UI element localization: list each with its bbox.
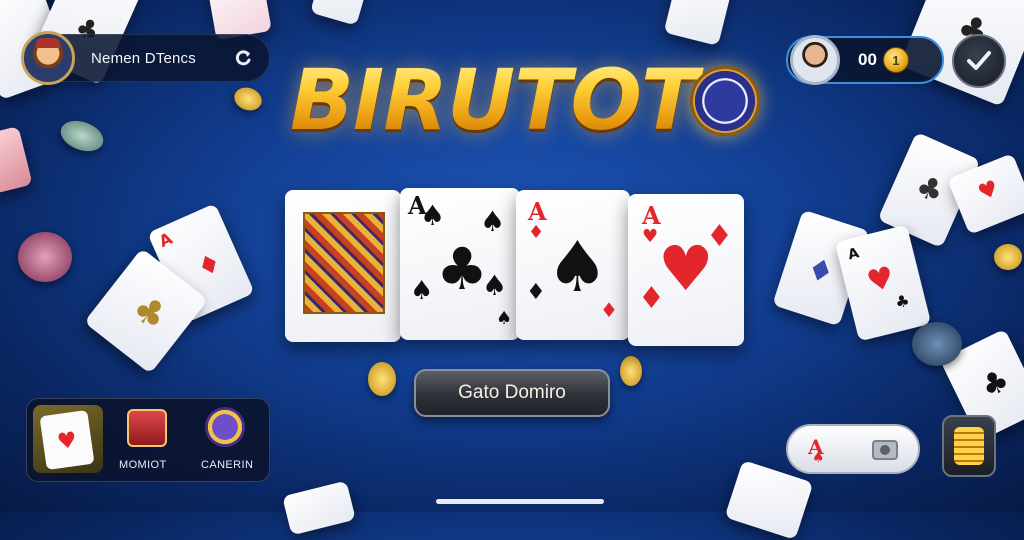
play-button[interactable]: Gato Domiro [414, 369, 610, 417]
hand-card-ace-hearts[interactable]: A ♥ ♦ ♥ ♦ [628, 194, 744, 346]
floating-card [310, 0, 370, 26]
hand-card-ace-spades[interactable]: A ♦ ♠ ♦ ♦ [516, 190, 630, 340]
poker-chip [368, 362, 396, 396]
floating-card: A ♥ ♣ [834, 224, 932, 342]
poker-chip [18, 232, 72, 282]
diamond-icon: ♦ [600, 298, 618, 322]
spade-icon: ♠ [812, 450, 825, 466]
heart-icon: ♥ [658, 232, 714, 305]
card-rank: A [642, 201, 661, 230]
floating-card [724, 460, 814, 540]
spade-icon: ♠ [482, 269, 508, 302]
coin-count: 00 [858, 50, 877, 69]
gift-box-icon [127, 409, 167, 447]
coin-stack-icon [954, 427, 984, 465]
poker-chip [912, 322, 962, 366]
diamond-icon: ♦ [528, 222, 545, 243]
spade-icon: ♠ [496, 308, 513, 329]
game-logo: BIRUTOTO [290, 51, 769, 149]
spade-icon: ♠ [420, 199, 446, 232]
floating-card [282, 480, 356, 536]
poker-chip [56, 115, 108, 157]
player-avatar[interactable] [21, 31, 75, 85]
game-mode-menu: ♥ MOMIOT CANERIN [26, 398, 270, 482]
home-indicator[interactable] [436, 499, 604, 504]
poker-chip [620, 356, 642, 386]
quick-ace-toggle[interactable]: A ♠ [786, 424, 920, 474]
chip-stack-button[interactable] [942, 415, 996, 477]
diamond-icon: ♦ [638, 281, 665, 316]
poker-chip [994, 244, 1022, 270]
floating-card [663, 0, 733, 46]
coin-balance[interactable]: 00 1 [786, 35, 944, 85]
heart-icon: ♥ [642, 226, 659, 247]
poker-chip [231, 83, 265, 115]
heart-card-icon: ♥ [39, 409, 95, 471]
player-name: Nemen DTencs [91, 49, 196, 67]
menu-item-hearts[interactable]: ♥ [33, 405, 103, 473]
player-profile[interactable]: Nemen DTencs [21, 31, 270, 85]
confirm-button[interactable] [952, 34, 1006, 88]
spade-icon: ♠ [480, 205, 506, 238]
menu-label: CANERIN [201, 459, 254, 471]
checkmark-icon [967, 51, 991, 70]
card-rank: A [528, 197, 547, 226]
chip-trophy-icon [205, 407, 245, 447]
face-card-art [303, 212, 385, 314]
spade-icon: ♠ [410, 276, 434, 306]
menu-item-momiot[interactable]: MOMIOT [113, 403, 185, 475]
menu-item-canerin[interactable]: CANERIN [191, 403, 265, 475]
floating-card [0, 126, 33, 194]
refresh-icon[interactable] [229, 44, 257, 72]
diamond-icon: ♦ [526, 280, 546, 305]
hand-card-ace-spades-multi[interactable]: A ♠ ♠ ♣ ♠ ♠ ♠ [400, 188, 520, 340]
spade-icon: ♣ [436, 235, 488, 303]
menu-label: MOMIOT [119, 459, 167, 471]
hand-card-face[interactable] [285, 190, 401, 342]
spade-icon: ♠ [546, 226, 609, 308]
opponent-avatar[interactable] [790, 35, 840, 85]
camera-icon[interactable] [872, 440, 898, 460]
coin-icon: 1 [882, 47, 909, 73]
logo-chip-icon [690, 66, 760, 136]
